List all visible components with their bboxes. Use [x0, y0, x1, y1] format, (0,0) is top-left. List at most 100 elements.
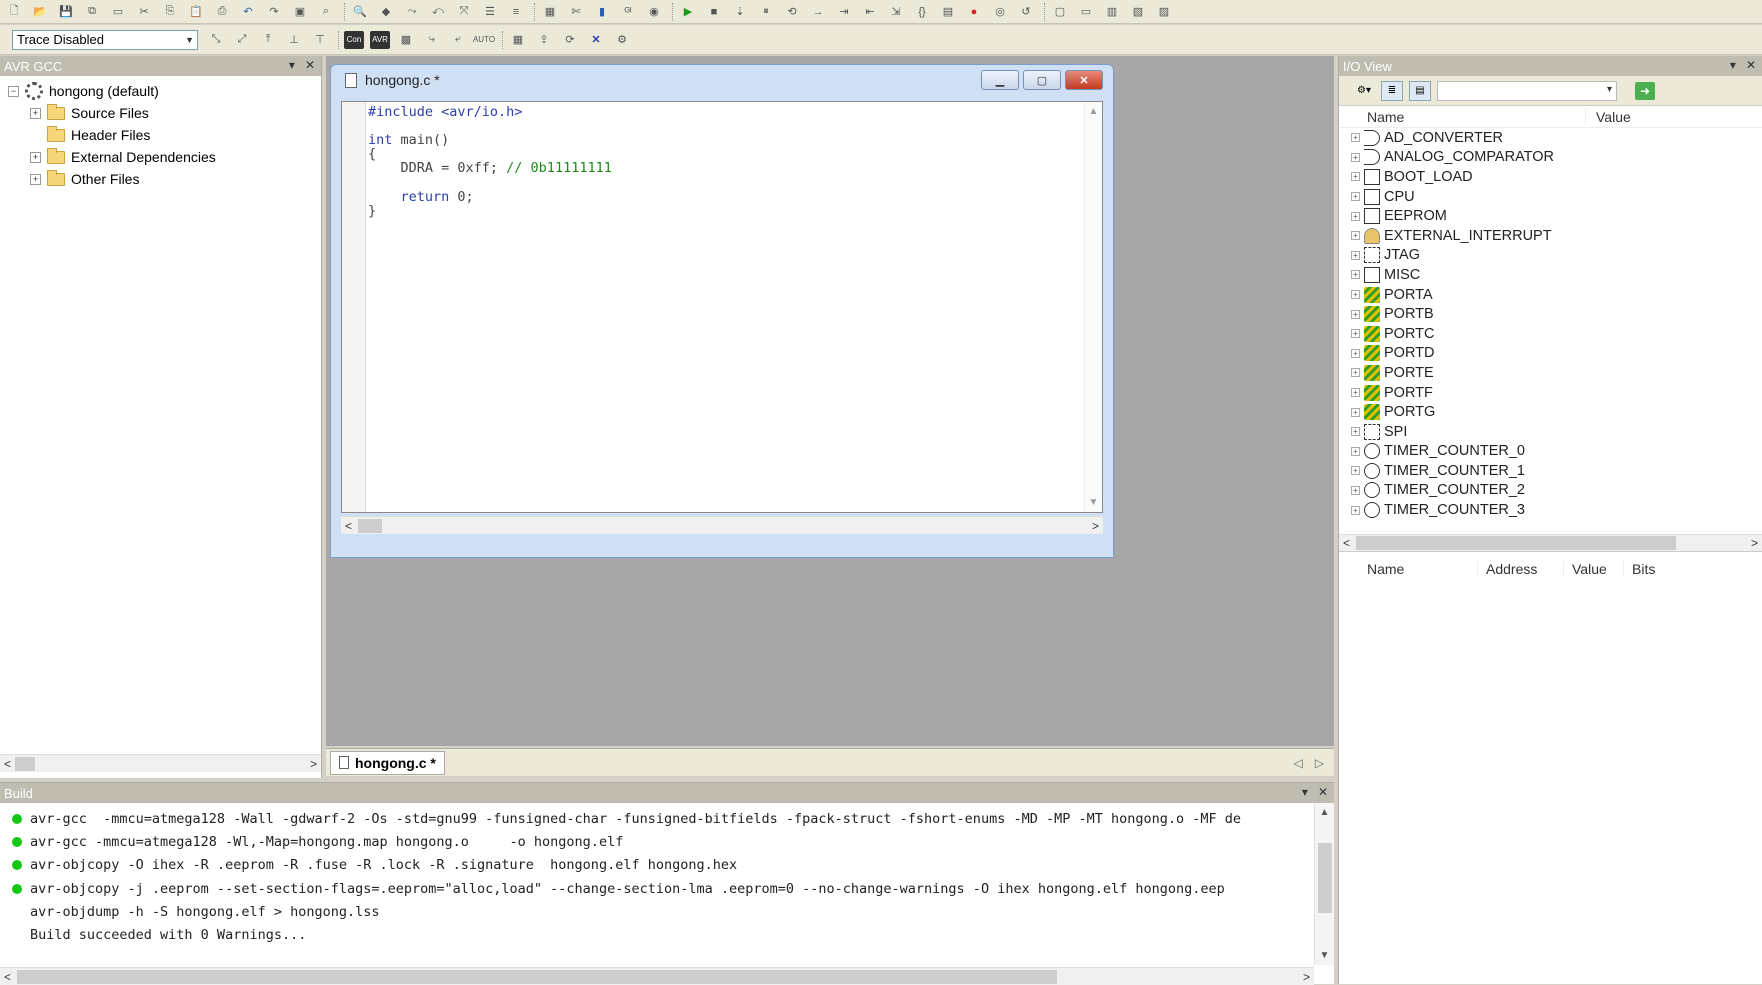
expand-icon[interactable]: +	[1351, 348, 1360, 358]
io-module-row[interactable]: + EXTERNAL_INTERRUPT	[1339, 226, 1762, 246]
paste-icon[interactable]: 📋	[186, 3, 206, 21]
io-module-row[interactable]: + SPI	[1339, 422, 1762, 442]
tree-view-icon[interactable]: ≣	[1381, 80, 1403, 101]
outdent-icon[interactable]: ≡	[506, 3, 526, 21]
clear-breakpoints-icon[interactable]: ◎	[990, 3, 1010, 21]
avr-icon[interactable]: AVR	[370, 30, 390, 49]
scroll-left-icon[interactable]: <	[1343, 536, 1350, 550]
io-module-row[interactable]: + BOOT_LOAD	[1339, 167, 1762, 187]
minimize-button[interactable]: ▁	[981, 70, 1019, 90]
expand-icon[interactable]: +	[1351, 211, 1360, 221]
io-hscrollbar[interactable]: < >	[1339, 534, 1762, 552]
reset-icon[interactable]: ⟲	[782, 3, 802, 21]
build-icon[interactable]: ▦	[540, 3, 560, 21]
open-folder-icon[interactable]: 📂	[30, 3, 50, 21]
expand-icon[interactable]: +	[30, 151, 41, 163]
expand-icon[interactable]: +	[1351, 466, 1360, 476]
show-next-icon[interactable]: →	[808, 3, 828, 21]
bookmark-clear-icon[interactable]: ⤧	[454, 3, 474, 21]
io-search-combo[interactable]	[1437, 80, 1617, 101]
scroll-up-icon[interactable]: ▲	[1085, 106, 1102, 117]
io-module-row[interactable]: + TIMER_COUNTER_1	[1339, 461, 1762, 481]
expand-icon[interactable]: +	[1351, 329, 1360, 339]
expand-icon[interactable]: +	[30, 173, 41, 185]
indent-icon[interactable]: ☰	[480, 3, 500, 21]
save-all-icon[interactable]: ⧉	[82, 3, 102, 21]
expand-icon[interactable]: +	[1351, 152, 1360, 162]
build-vscrollbar[interactable]: ▲ ▼	[1314, 803, 1334, 965]
scroll-thumb[interactable]	[17, 969, 1058, 984]
print-icon[interactable]: ⎙	[212, 3, 232, 21]
scroll-down-icon[interactable]: ▼	[1315, 950, 1334, 961]
expand-icon[interactable]: +	[1351, 290, 1360, 300]
editor-title-bar[interactable]: hongong.c * ▁ ▢ ✕	[331, 65, 1113, 95]
expand-icon[interactable]: +	[30, 107, 41, 119]
connect-icon[interactable]: ⤷	[422, 31, 442, 49]
build-output-text[interactable]: avr-gcc -mmcu=atmega128 -Wall -gdwarf-2 …	[0, 803, 1310, 947]
find-in-files-icon[interactable]: ⌕	[316, 3, 336, 21]
build-hscrollbar[interactable]: < >	[0, 967, 1314, 985]
align-bottom-icon[interactable]: ⊥	[284, 31, 304, 49]
scroll-thumb[interactable]	[1356, 536, 1677, 550]
scroll-right-icon[interactable]: >	[310, 757, 317, 771]
expand-icon[interactable]: +	[1351, 172, 1360, 182]
processor-icon[interactable]: ▧	[1128, 3, 1148, 21]
step-over-icon[interactable]: ⇥	[834, 3, 854, 21]
options-icon[interactable]: ᴳᴵ	[618, 3, 638, 21]
tree-folder-header[interactable]: Header Files	[8, 124, 321, 146]
tab-scroll-left-icon[interactable]: ◁	[1294, 756, 1303, 770]
scroll-left-icon[interactable]: <	[4, 970, 11, 984]
io-module-row[interactable]: + TIMER_COUNTER_3	[1339, 500, 1762, 520]
scroll-up-icon[interactable]: ▲	[1315, 807, 1334, 818]
expand-icon[interactable]: +	[1351, 309, 1360, 319]
expand-icon[interactable]: +	[1351, 446, 1360, 456]
debug-start-icon[interactable]: ◉	[644, 3, 664, 21]
panel-menu-icon[interactable]: ▾	[1302, 785, 1308, 799]
io-module-row[interactable]: + PORTA	[1339, 285, 1762, 305]
expand-icon[interactable]: +	[1351, 427, 1360, 437]
run-to-cursor-icon[interactable]: ⇲	[886, 3, 906, 21]
rebuild-icon[interactable]: ✄	[566, 3, 586, 21]
scroll-thumb[interactable]	[358, 518, 383, 533]
close-icon[interactable]: ✕	[1746, 58, 1756, 72]
upload-icon[interactable]: ⇪	[534, 31, 554, 49]
go-arrow-icon[interactable]: ➜	[1635, 81, 1655, 100]
trace-stop-icon[interactable]: ⤢	[232, 31, 252, 49]
expand-icon[interactable]: +	[1351, 505, 1360, 515]
program-icon[interactable]: ▦	[508, 31, 528, 49]
toggle-icon[interactable]: ↺	[1016, 3, 1036, 21]
memory-icon[interactable]: ▭	[1076, 3, 1096, 21]
settings-icon[interactable]: ⚙	[612, 31, 632, 49]
scroll-right-icon[interactable]: >	[1092, 519, 1099, 533]
panel-menu-icon[interactable]: ▾	[1730, 58, 1736, 72]
column-header-value[interactable]: Value	[1585, 108, 1631, 125]
expand-icon[interactable]: +	[1351, 368, 1360, 378]
column-header-name[interactable]: Name	[1367, 561, 1477, 577]
compile-icon[interactable]: ▮	[592, 3, 612, 21]
project-hscrollbar[interactable]: < >	[0, 754, 321, 772]
expand-icon[interactable]: +	[1351, 485, 1360, 495]
trace-start-icon[interactable]: ⤡	[206, 31, 226, 49]
maximize-button[interactable]: ▢	[1023, 70, 1061, 90]
find-icon[interactable]: 🔍	[350, 3, 370, 21]
io-module-row[interactable]: + ANALOG_COMPARATOR	[1339, 148, 1762, 168]
step-into-icon[interactable]: ⇣	[730, 3, 750, 21]
expand-icon[interactable]: +	[1351, 407, 1360, 417]
auto-icon[interactable]: AUTO	[473, 31, 495, 49]
editor-hscrollbar[interactable]: < >	[341, 516, 1103, 534]
step-out-icon[interactable]: ⇤	[860, 3, 880, 21]
redo-icon[interactable]: ↷	[264, 3, 284, 21]
io-module-row[interactable]: + PORTF	[1339, 383, 1762, 403]
panel-menu-icon[interactable]: ▾	[289, 58, 295, 72]
collapse-icon[interactable]: −	[8, 85, 19, 97]
scroll-right-icon[interactable]: >	[1751, 536, 1758, 550]
io-module-row[interactable]: + TIMER_COUNTER_2	[1339, 481, 1762, 501]
io-module-row[interactable]: + AD_CONVERTER	[1339, 128, 1762, 148]
close-file-icon[interactable]: ▭	[108, 3, 128, 21]
io-module-row[interactable]: + TIMER_COUNTER_0	[1339, 442, 1762, 462]
close-icon[interactable]: ✕	[1318, 785, 1328, 799]
scroll-right-icon[interactable]: >	[1303, 970, 1310, 984]
trace-mode-select[interactable]: Trace Disabled ▼	[12, 29, 198, 50]
expand-icon[interactable]: +	[1351, 250, 1360, 260]
registers-icon[interactable]: ▥	[1102, 3, 1122, 21]
